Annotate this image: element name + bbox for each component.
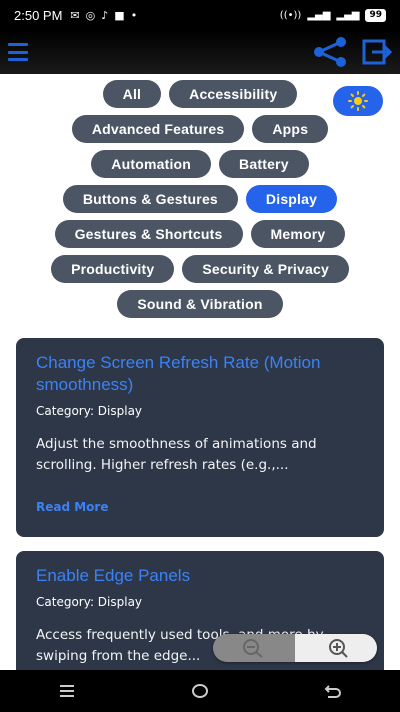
chip-apps[interactable]: Apps — [252, 115, 329, 143]
mail-icon: ✉ — [70, 8, 80, 22]
hotspot-icon: ((•)) — [279, 9, 302, 21]
home-circle-icon — [191, 684, 208, 698]
home-button[interactable] — [180, 676, 220, 706]
recent-apps-button[interactable] — [47, 676, 87, 706]
chip-security-privacy[interactable]: Security & Privacy — [182, 255, 349, 283]
app-bar — [0, 30, 400, 74]
theme-toggle-button[interactable] — [333, 86, 383, 116]
chip-row: All Accessibility — [22, 80, 378, 108]
notification-icons: ✉ ◎ ♪ ■ • — [70, 9, 137, 22]
status-bar: 2:50 PM ✉ ◎ ♪ ■ • ((•)) ▂▄▆ ▂▄▆ 99 — [0, 0, 400, 30]
card-description: Adjust the smoothness of animations and … — [36, 436, 317, 473]
status-time: 2:50 PM — [14, 7, 63, 23]
signal-2-icon: ▂▄▆ — [336, 9, 360, 21]
back-icon — [324, 685, 342, 698]
zoom-out-button[interactable] — [213, 634, 295, 662]
card-category: Category: Display — [36, 595, 143, 609]
chip-accessibility[interactable]: Accessibility — [169, 80, 298, 108]
chip-all[interactable]: All — [102, 80, 162, 108]
chip-advanced-features[interactable]: Advanced Features — [71, 115, 245, 143]
share-icon[interactable] — [312, 37, 348, 67]
app-icon: ■ — [114, 8, 125, 22]
menu-lines-icon — [59, 685, 74, 697]
tiktok-icon: ♪ — [101, 8, 109, 22]
chip-sound-vibration[interactable]: Sound & Vibration — [117, 290, 283, 318]
chip-row: Gestures & Shortcuts Memory — [22, 220, 378, 248]
zoom-in-icon — [329, 639, 348, 658]
chip-row: Advanced Features Apps — [22, 115, 378, 143]
card-category: Category: Display — [36, 404, 143, 418]
category-filter: All Accessibility Advanced Features Apps… — [0, 80, 400, 325]
chip-productivity[interactable]: Productivity — [51, 255, 175, 283]
read-more-link[interactable]: Read More — [36, 500, 109, 514]
chip-automation[interactable]: Automation — [91, 150, 212, 178]
exit-icon[interactable] — [362, 39, 392, 65]
system-nav-bar — [0, 670, 400, 712]
chip-row: Sound & Vibration — [22, 290, 378, 318]
signal-icon: ▂▄▆ — [307, 9, 331, 21]
chip-gestures-shortcuts[interactable]: Gestures & Shortcuts — [54, 220, 243, 248]
card-title[interactable]: Enable Edge Panels — [36, 565, 364, 587]
chip-row: Productivity Security & Privacy — [22, 255, 378, 283]
chip-row: Buttons & Gestures Display — [22, 185, 378, 213]
chip-buttons-gestures[interactable]: Buttons & Gestures — [62, 185, 238, 213]
zoom-in-button[interactable] — [295, 634, 377, 662]
tip-card[interactable]: Change Screen Refresh Rate (Motion smoot… — [16, 338, 384, 537]
sun-icon — [348, 91, 368, 111]
dot-icon: • — [130, 8, 138, 22]
zoom-out-icon — [243, 639, 263, 658]
chip-row: Automation Battery — [22, 150, 378, 178]
back-button[interactable] — [313, 676, 353, 706]
chip-memory[interactable]: Memory — [250, 220, 346, 248]
card-title[interactable]: Change Screen Refresh Rate (Motion smoot… — [36, 352, 364, 396]
zoom-control — [213, 634, 377, 662]
chip-battery[interactable]: Battery — [219, 150, 309, 178]
battery-icon: 99 — [365, 8, 386, 22]
menu-icon[interactable] — [8, 43, 28, 61]
whatsapp-icon: ◎ — [85, 8, 96, 22]
chip-display[interactable]: Display — [245, 185, 338, 213]
